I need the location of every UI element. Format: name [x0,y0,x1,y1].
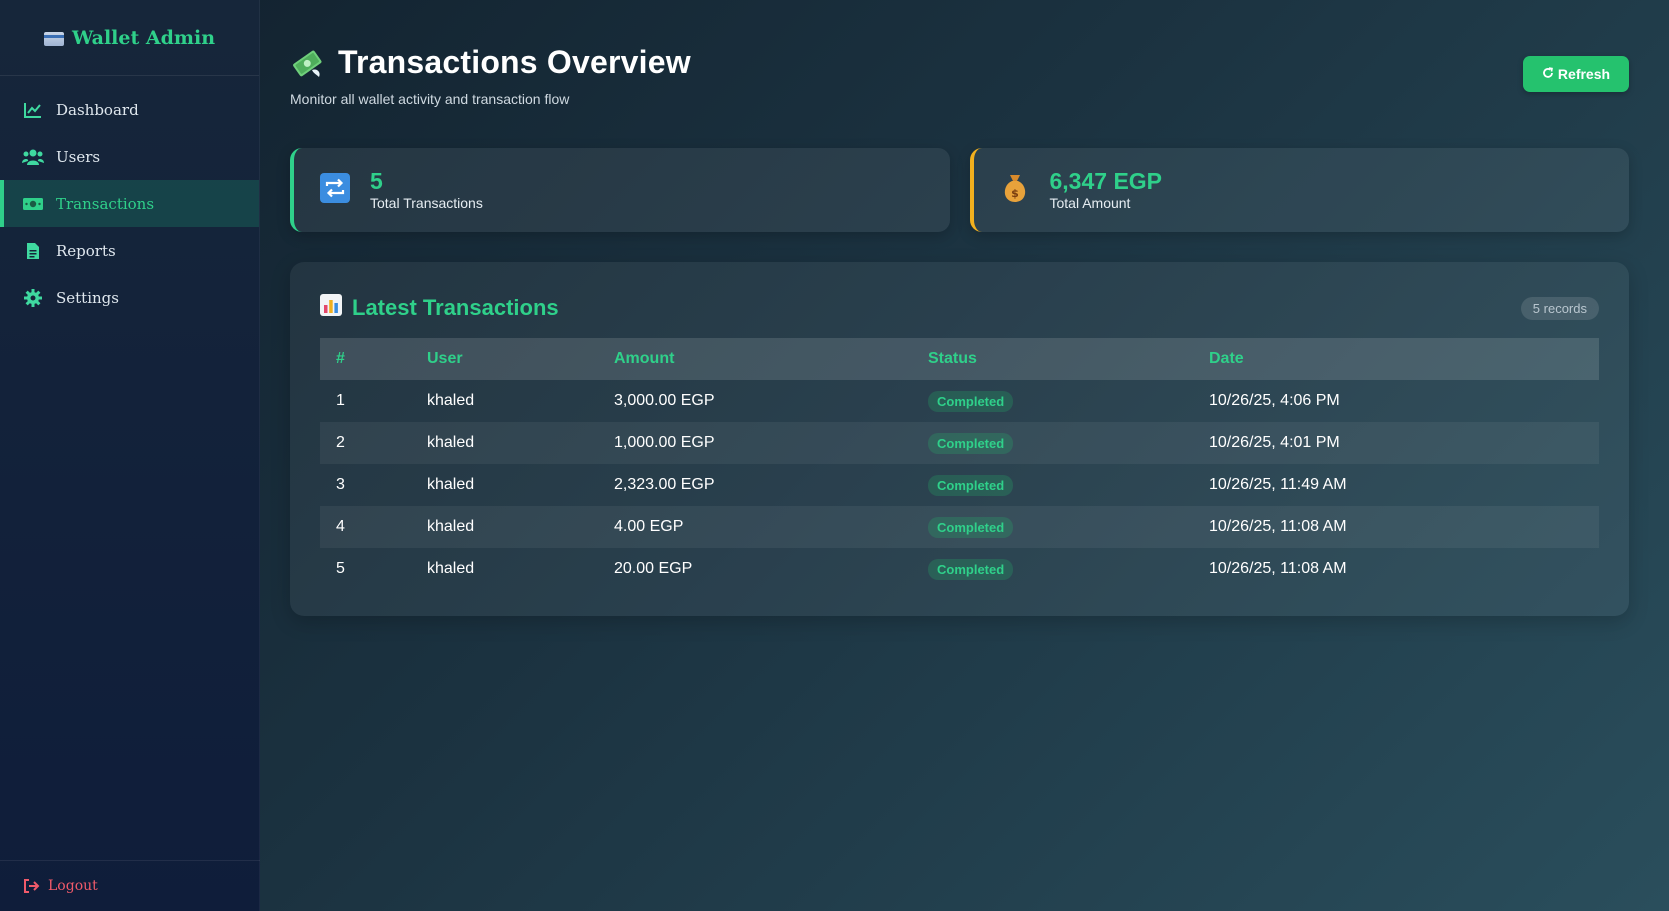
bar-chart-icon [320,294,342,322]
sidebar-item-label: Users [56,147,101,166]
column-header: Date [1193,338,1599,380]
cell-date: 10/26/25, 11:49 AM [1209,476,1347,493]
money-bag-icon: $ [1000,172,1030,209]
stat-text: 5 Total Transactions [370,169,483,211]
column-header: User [411,338,598,380]
status-badge: Completed [928,516,1014,538]
sidebar-nav: Dashboard Users Transactions Reports Set… [0,86,259,321]
cell-status: Completed [912,380,1193,422]
credit-card-icon [43,31,64,46]
cell-user: khaled [427,476,475,493]
table-header: # User Amount Status Date [320,338,1599,380]
refresh-button[interactable]: Refresh [1523,56,1629,92]
sidebar-item-label: Settings [56,288,119,307]
cell-num: 5 [336,560,345,577]
page-title: Transactions Overview [338,44,691,80]
refresh-label: Refresh [1557,66,1611,82]
money-bill-icon [22,195,44,213]
stat-label: Total Amount [1049,195,1131,211]
stat-value: 5 [370,168,383,194]
table-row: 3 khaled 2,323.00 EGP Completed 10/26/25… [320,464,1599,506]
sidebar-item-label: Transactions [56,194,155,213]
logout-button[interactable]: Logout [0,860,260,911]
page-subtitle: Monitor all wallet activity and transact… [290,91,570,107]
table-row: 1 khaled 3,000.00 EGP Completed 10/26/25… [320,380,1599,422]
table-title-text: Latest Transactions [352,295,559,320]
brand-title: Wallet Admin [71,26,216,49]
cell-num: 2 [320,422,411,464]
users-icon [22,148,44,166]
cell-num: 3 [336,476,345,493]
column-header: # [320,338,411,380]
cell-date: 10/26/25, 4:06 PM [1209,392,1340,409]
column-header: Status [912,338,1193,380]
cell-user: khaled [427,392,475,409]
cell-num: 4 [320,506,411,548]
records-badge: 5 records [1520,296,1599,320]
sidebar-item-dashboard[interactable]: Dashboard [0,86,259,133]
repeat-icon [320,172,350,208]
chart-line-icon [22,101,44,119]
cell-date: 10/26/25, 11:08 AM [1209,560,1347,577]
sidebar-item-users[interactable]: Users [0,133,259,180]
status-badge: Completed [928,390,1014,412]
cell-amount: 20.00 EGP [614,560,693,577]
status-badge: Completed [928,432,1014,454]
cell-status: Completed [912,422,1193,464]
money-wings-icon [290,46,324,80]
column-header: Amount [598,338,912,380]
stat-label: Total Transactions [370,195,483,211]
table-row: 5 khaled 20.00 EGP Completed 10/26/25, 1… [320,548,1599,590]
sidebar: Wallet Admin Dashboard Users Transaction… [0,0,260,911]
cell-status: Completed [912,548,1193,590]
stat-value: 6,347 EGP [1049,168,1163,194]
stats-row: 5 Total Transactions $ 6,347 EGP Total A… [290,148,1629,232]
main-content: Transactions Overview Monitor all wallet… [290,0,1629,616]
cell-user: khaled [411,506,598,548]
cell-num: 1 [336,392,345,409]
file-icon [22,242,44,260]
latest-transactions-card: Latest Transactions 5 records # User Amo… [290,262,1629,616]
sidebar-item-label: Dashboard [56,100,139,119]
cell-amount: 4.00 EGP [598,506,912,548]
svg-text:$: $ [1011,187,1019,200]
cell-user: khaled [427,560,475,577]
cell-amount: 3,000.00 EGP [614,392,715,409]
status-badge: Completed [928,558,1014,580]
total-transactions-card: 5 Total Transactions [290,148,950,232]
cell-date: 10/26/25, 11:08 AM [1193,506,1599,548]
sidebar-item-transactions[interactable]: Transactions [0,180,259,227]
title-row: Transactions Overview [290,44,691,81]
cell-date: 10/26/25, 4:01 PM [1193,422,1599,464]
cell-amount: 2,323.00 EGP [614,476,715,493]
refresh-icon [1542,66,1554,82]
cell-amount: 1,000.00 EGP [598,422,912,464]
stat-text: 6,347 EGP Total Amount [1050,169,1163,211]
sidebar-item-settings[interactable]: Settings [0,274,259,321]
table-row: 2 khaled 1,000.00 EGP Completed 10/26/25… [320,422,1599,464]
sidebar-item-reports[interactable]: Reports [0,227,259,274]
table-row: 4 khaled 4.00 EGP Completed 10/26/25, 11… [320,506,1599,548]
page-header: Transactions Overview Monitor all wallet… [290,0,1629,148]
status-badge: Completed [928,474,1014,496]
cell-user: khaled [411,422,598,464]
gear-icon [22,288,44,307]
total-amount-card: $ 6,347 EGP Total Amount [969,148,1629,232]
logout-label: Logout [48,878,98,894]
table-title: Latest Transactions [320,294,559,322]
table-header-row: Latest Transactions 5 records [320,288,1599,328]
cell-status: Completed [912,506,1193,548]
sidebar-item-label: Reports [56,241,116,260]
transactions-table: # User Amount Status Date 1 khaled 3,000… [320,338,1599,590]
logout-icon [22,877,40,895]
cell-status: Completed [912,464,1193,506]
brand[interactable]: Wallet Admin [0,0,259,76]
